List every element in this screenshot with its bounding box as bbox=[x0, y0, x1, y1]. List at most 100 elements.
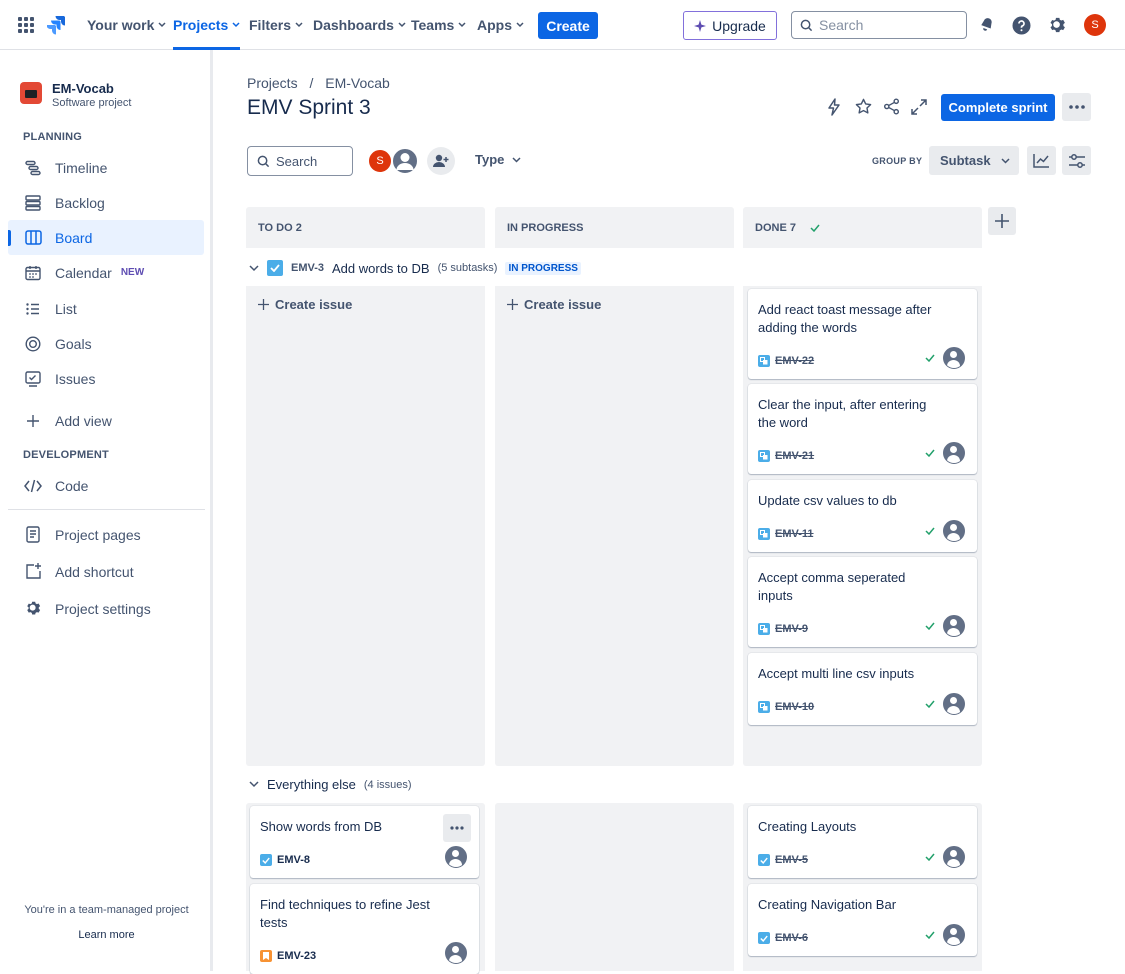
issues-icon bbox=[24, 370, 42, 387]
view-settings-button[interactable] bbox=[1062, 146, 1091, 175]
project-header[interactable]: EM-Vocab Software project bbox=[20, 82, 131, 110]
fullscreen-icon[interactable] bbox=[911, 99, 927, 115]
nav-your-work[interactable]: Your work bbox=[87, 0, 166, 49]
group-by-select[interactable]: Subtask bbox=[929, 146, 1019, 175]
issue-card[interactable]: Add react toast message after adding the… bbox=[748, 289, 977, 379]
column-header-todo[interactable]: TO DO 2 bbox=[246, 207, 485, 248]
assignee-avatar-icon[interactable] bbox=[943, 846, 965, 868]
plus-icon bbox=[995, 214, 1009, 228]
nav-apps[interactable]: Apps bbox=[477, 0, 524, 49]
issue-card[interactable]: Creating Navigation Bar EMV-6 bbox=[748, 884, 977, 956]
task-icon bbox=[758, 854, 770, 866]
sidebar-item-code[interactable]: Code bbox=[8, 468, 204, 503]
card-issue-key[interactable]: EMV-5 bbox=[775, 854, 808, 866]
sidebar-item-list[interactable]: List bbox=[8, 291, 204, 326]
card-issue-key[interactable]: EMV-8 bbox=[277, 854, 310, 866]
card-more-button[interactable] bbox=[443, 814, 471, 842]
sidebar-item-backlog[interactable]: Backlog bbox=[8, 185, 204, 220]
create-issue-button[interactable]: Create issue bbox=[258, 297, 352, 312]
nav-teams[interactable]: Teams bbox=[411, 0, 466, 49]
card-issue-key[interactable]: EMV-23 bbox=[277, 950, 316, 962]
upgrade-button[interactable]: Upgrade bbox=[683, 11, 777, 40]
card-issue-key[interactable]: EMV-6 bbox=[775, 932, 808, 944]
card-issue-key[interactable]: EMV-9 bbox=[775, 623, 808, 635]
sidebar-item-goals[interactable]: Goals bbox=[8, 326, 204, 361]
sidebar-item-calendar[interactable]: Calendar NEW bbox=[8, 255, 204, 290]
breadcrumb-projects[interactable]: Projects bbox=[247, 75, 298, 91]
learn-more-link[interactable]: Learn more bbox=[0, 929, 213, 941]
card-issue-key[interactable]: EMV-10 bbox=[775, 701, 814, 713]
issue-card[interactable]: Show words from DB EMV-8 bbox=[250, 806, 479, 878]
unassigned-avatar-icon[interactable] bbox=[391, 147, 419, 175]
assignee-avatar-icon[interactable] bbox=[943, 693, 965, 715]
issue-card[interactable]: Accept multi line csv inputs EMV-10 bbox=[748, 653, 977, 725]
assignee-avatar-icon[interactable] bbox=[445, 846, 467, 868]
jira-logo-icon[interactable] bbox=[47, 15, 67, 35]
nav-filters[interactable]: Filters bbox=[249, 0, 303, 49]
issue-card[interactable]: Clear the input, after entering the word… bbox=[748, 384, 977, 474]
assignee-filter-avatar[interactable]: S bbox=[367, 148, 393, 174]
more-actions-button[interactable] bbox=[1062, 93, 1091, 121]
swimlane-header[interactable]: Everything else (4 issues) bbox=[249, 777, 412, 792]
help-icon[interactable] bbox=[1012, 16, 1031, 35]
parent-issue-key[interactable]: EMV-3 bbox=[291, 262, 324, 274]
issue-card[interactable]: Update csv values to db EMV-11 bbox=[748, 480, 977, 552]
issue-card[interactable]: Creating Layouts EMV-5 bbox=[748, 806, 977, 878]
nav-dashboards[interactable]: Dashboards bbox=[313, 0, 406, 49]
create-button[interactable]: Create bbox=[538, 12, 598, 39]
complete-sprint-button[interactable]: Complete sprint bbox=[941, 94, 1055, 121]
app-switcher-icon[interactable] bbox=[18, 17, 34, 33]
type-filter-dropdown[interactable]: Type bbox=[475, 152, 521, 167]
breadcrumb-project[interactable]: EM-Vocab bbox=[325, 75, 390, 91]
nav-projects[interactable]: Projects bbox=[173, 0, 241, 50]
card-summary: Creating Navigation Bar bbox=[758, 897, 897, 912]
add-people-icon[interactable] bbox=[427, 147, 455, 175]
plus-icon bbox=[258, 299, 269, 310]
project-avatar-icon bbox=[20, 82, 42, 104]
assignee-avatar-icon[interactable] bbox=[445, 942, 467, 964]
swimlane-header[interactable]: EMV-3 Add words to DB (5 subtasks) IN PR… bbox=[249, 260, 581, 276]
card-issue-key[interactable]: EMV-21 bbox=[775, 450, 814, 462]
nav-teams-label: Teams bbox=[411, 16, 455, 33]
global-search-input[interactable]: Search bbox=[791, 11, 967, 39]
assignee-avatar-icon[interactable] bbox=[943, 520, 965, 542]
timeline-icon bbox=[24, 160, 42, 176]
development-heading: DEVELOPMENT bbox=[23, 449, 109, 461]
column-header-done[interactable]: DONE 7 bbox=[743, 207, 982, 248]
plus-icon bbox=[24, 414, 42, 427]
sidebar-item-issues[interactable]: Issues bbox=[8, 361, 204, 396]
nav-dashboards-label: Dashboards bbox=[313, 16, 394, 33]
board-search-input[interactable]: Search bbox=[247, 146, 353, 176]
sidebar-item-label: Board bbox=[55, 229, 93, 246]
checkmark-icon bbox=[810, 224, 820, 232]
assignee-avatar-icon[interactable] bbox=[943, 347, 965, 369]
issue-card[interactable]: Accept comma seperated inputs EMV-9 bbox=[748, 557, 977, 647]
sidebar-item-add-view[interactable]: Add view bbox=[8, 403, 204, 438]
assignee-avatar-icon[interactable] bbox=[943, 615, 965, 637]
assignee-avatar-icon[interactable] bbox=[943, 442, 965, 464]
notifications-icon[interactable] bbox=[978, 15, 996, 33]
star-icon[interactable] bbox=[855, 98, 872, 115]
add-column-button[interactable] bbox=[988, 207, 1016, 235]
sidebar-item-add-shortcut[interactable]: Add shortcut bbox=[8, 554, 204, 589]
sidebar-divider bbox=[8, 509, 205, 510]
card-summary: Add react toast message after adding the… bbox=[758, 302, 932, 335]
sidebar-item-project-settings[interactable]: Project settings bbox=[8, 591, 204, 626]
sidebar-item-project-pages[interactable]: Project pages bbox=[8, 517, 204, 552]
breadcrumb-separator: / bbox=[309, 75, 314, 91]
sidebar-item-timeline[interactable]: Timeline bbox=[8, 150, 204, 185]
insights-button[interactable] bbox=[1027, 146, 1056, 175]
share-icon[interactable] bbox=[883, 98, 900, 115]
assignee-avatar-icon[interactable] bbox=[943, 924, 965, 946]
column-header-in-progress[interactable]: IN PROGRESS bbox=[495, 207, 734, 248]
card-issue-key[interactable]: EMV-22 bbox=[775, 355, 814, 367]
automation-lightning-icon[interactable] bbox=[827, 98, 841, 116]
checkmark-icon bbox=[925, 700, 935, 708]
card-issue-key[interactable]: EMV-11 bbox=[775, 528, 814, 540]
user-avatar[interactable]: S bbox=[1084, 14, 1106, 36]
create-issue-button[interactable]: Create issue bbox=[507, 297, 601, 312]
settings-gear-icon[interactable] bbox=[1048, 16, 1067, 35]
sidebar-item-board[interactable]: Board bbox=[8, 220, 204, 255]
issue-card[interactable]: Find techniques to refine Jest tests EMV… bbox=[250, 884, 479, 974]
team-managed-note: You're in a team-managed project bbox=[24, 904, 189, 916]
